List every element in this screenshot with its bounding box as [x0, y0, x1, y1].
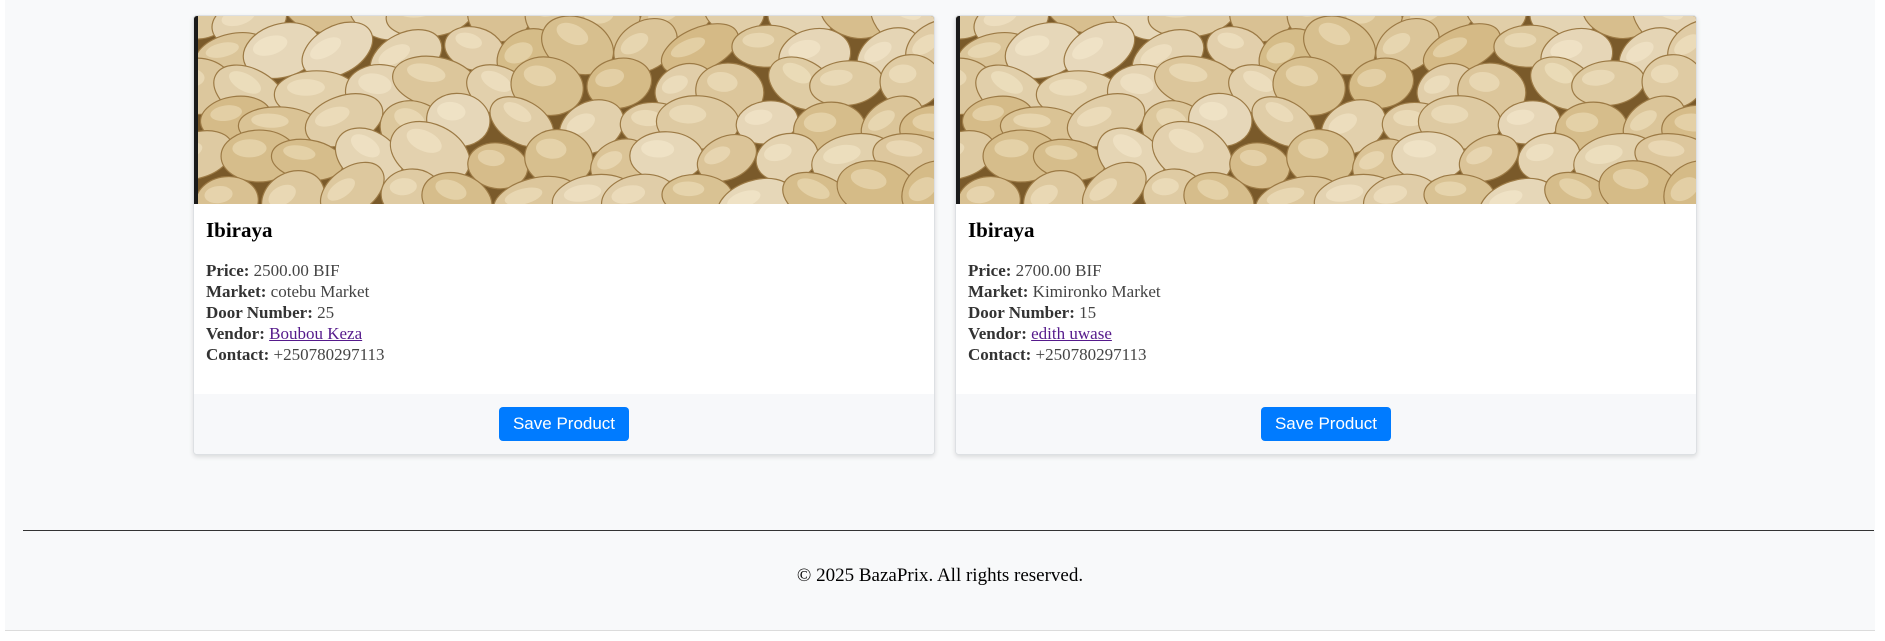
market-value: Kimironko Market: [1032, 282, 1161, 301]
market-row: Market: cotebu Market: [206, 281, 922, 302]
product-title: Ibiraya: [206, 218, 273, 242]
vendor-row: Vendor: Boubou Keza: [206, 323, 922, 344]
price-label: Price:: [206, 261, 250, 280]
product-image: [956, 16, 1696, 204]
price-row: Price: 2500.00 BIF: [206, 260, 922, 281]
save-product-button[interactable]: Save Product: [498, 407, 630, 441]
save-product-button[interactable]: Save Product: [1260, 407, 1392, 441]
vendor-link[interactable]: Boubou Keza: [269, 324, 362, 343]
vendor-link[interactable]: edith uwase: [1031, 324, 1112, 343]
contact-label: Contact:: [206, 345, 270, 364]
vendor-label: Vendor:: [206, 324, 265, 343]
card-footer: Save Product: [194, 394, 934, 454]
copyright-text: © 2025 BazaPrix. All rights reserved.: [796, 565, 1084, 586]
price-value: 2700.00 BIF: [1015, 261, 1102, 280]
price-value: 2500.00 BIF: [253, 261, 340, 280]
door-number-row: Door Number: 15: [968, 302, 1684, 323]
contact-value: +250780297113: [273, 345, 385, 364]
product-image: [194, 16, 934, 204]
product-card: Ibiraya Price: 2700.00 BIF Market: Kimir…: [955, 15, 1697, 455]
door-number-row: Door Number: 25: [206, 302, 922, 323]
vendor-label: Vendor:: [968, 324, 1027, 343]
contact-value: +250780297113: [1035, 345, 1147, 364]
contact-row: Contact: +250780297113: [206, 344, 922, 365]
price-label: Price:: [968, 261, 1012, 280]
product-card: Ibiraya Price: 2500.00 BIF Market: coteb…: [193, 15, 935, 455]
market-row: Market: Kimironko Market: [968, 281, 1684, 302]
door-number-label: Door Number:: [968, 303, 1075, 322]
price-row: Price: 2700.00 BIF: [968, 260, 1684, 281]
contact-label: Contact:: [968, 345, 1032, 364]
market-label: Market:: [206, 282, 267, 301]
card-footer: Save Product: [956, 394, 1696, 454]
product-title: Ibiraya: [968, 218, 1035, 242]
vendor-row: Vendor: edith uwase: [968, 323, 1684, 344]
door-number-label: Door Number:: [206, 303, 313, 322]
door-number-value: 25: [317, 303, 335, 322]
door-number-value: 15: [1079, 303, 1097, 322]
market-label: Market:: [968, 282, 1029, 301]
footer-divider: [23, 530, 1874, 531]
contact-row: Contact: +250780297113: [968, 344, 1684, 365]
market-value: cotebu Market: [270, 282, 370, 301]
page-background: Ibiraya Price: 2500.00 BIF Market: coteb…: [5, 0, 1875, 631]
